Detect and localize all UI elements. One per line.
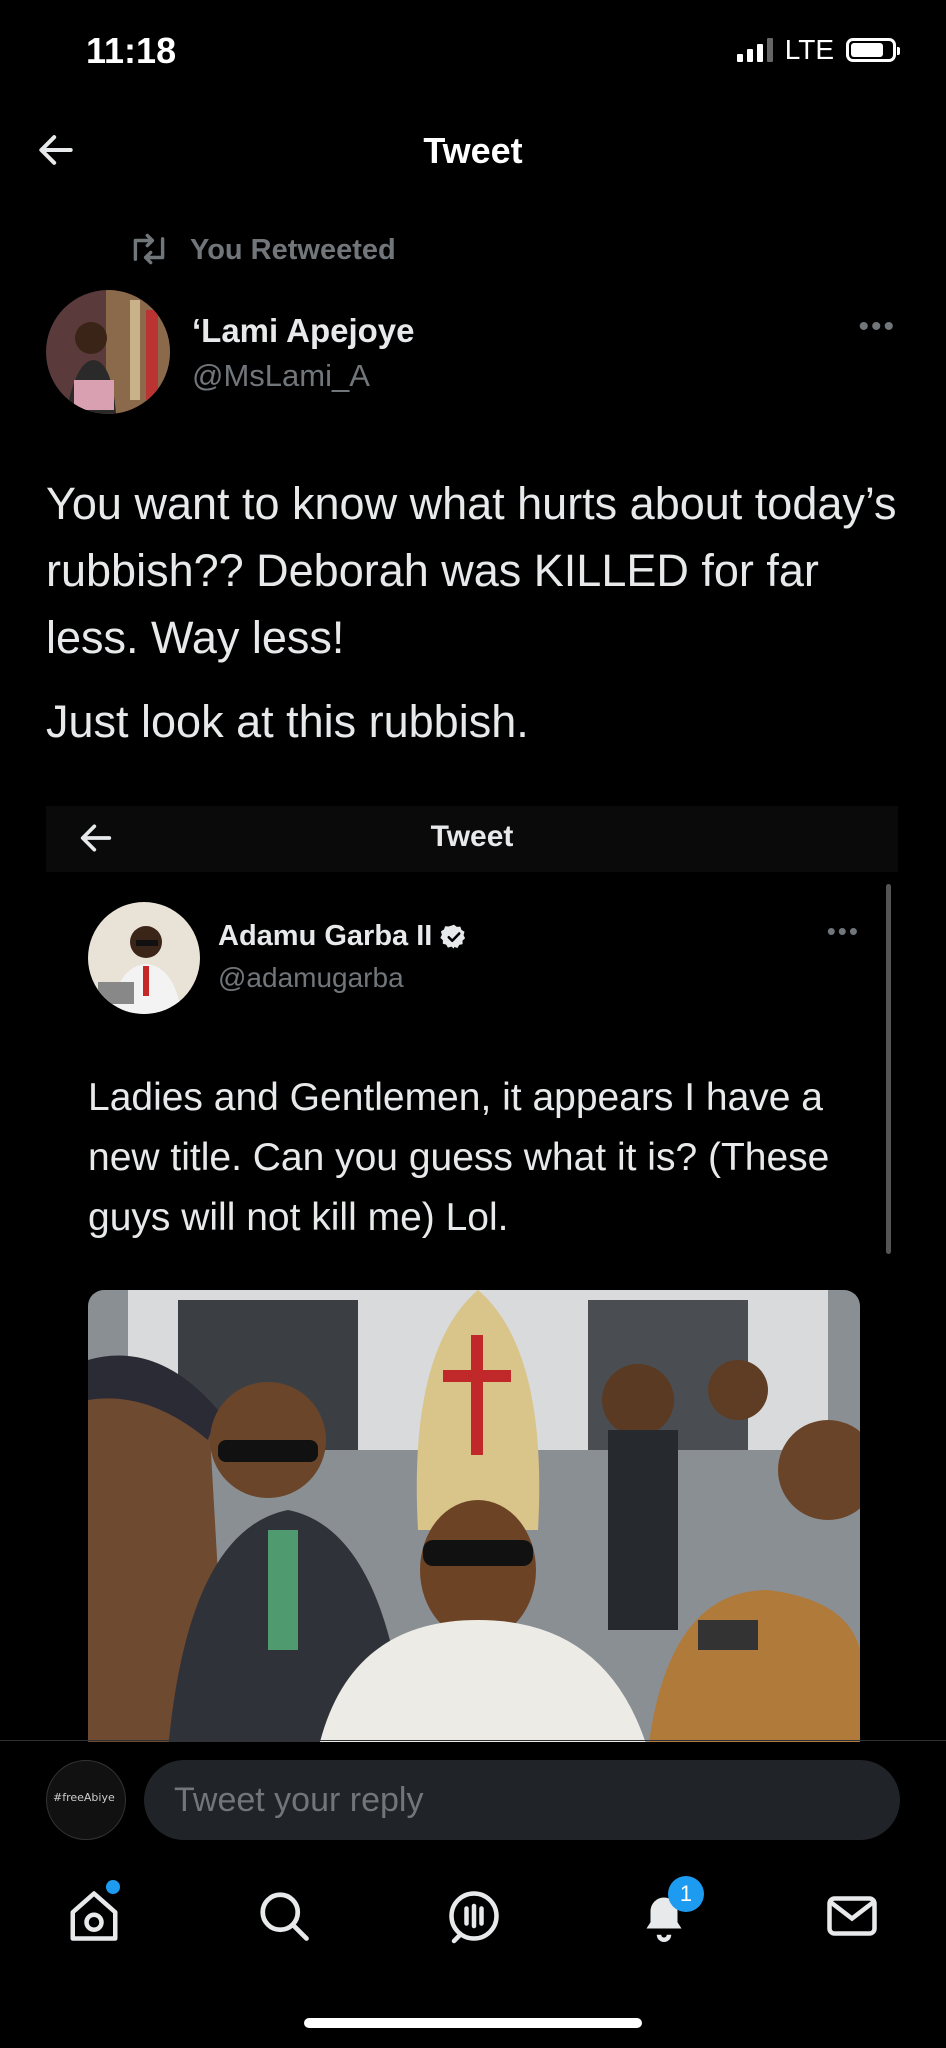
home-icon[interactable] xyxy=(64,1886,124,1946)
embedded-author-name: Adamu Garba II xyxy=(218,920,468,953)
more-options-icon[interactable]: ••• xyxy=(858,310,896,344)
user-avatar[interactable]: #freeAbiye xyxy=(46,1760,126,1840)
author-name[interactable]: ‘Lami Apejoye xyxy=(192,312,415,350)
messages-icon[interactable] xyxy=(822,1886,882,1946)
embedded-more-icon: ••• xyxy=(826,916,860,946)
embedded-avatar xyxy=(88,902,200,1014)
embedded-screenshot[interactable]: Tweet Adamu Garba II @adamugarba ••• Lad… xyxy=(46,806,898,1742)
notifications-badge: 1 xyxy=(668,1876,704,1912)
spaces-icon[interactable] xyxy=(444,1886,504,1946)
network-label: LTE xyxy=(784,34,834,65)
embedded-author-handle: @adamugarba xyxy=(218,962,404,993)
battery-icon xyxy=(846,38,900,62)
embedded-tweet-text: Ladies and Gentlemen, it appears I have … xyxy=(88,1076,830,1239)
signal-icon xyxy=(736,38,773,62)
embedded-scrollbar xyxy=(886,884,891,1254)
retweet-label: You Retweeted xyxy=(190,234,396,266)
embedded-title: Tweet xyxy=(430,820,514,853)
search-icon[interactable] xyxy=(254,1886,314,1946)
home-notification-dot xyxy=(106,1880,120,1894)
status-time: 11:18 xyxy=(86,30,177,71)
tweet-text-line: Just look at this rubbish. xyxy=(46,696,529,747)
tweet-text: You want to know what hurts about today’… xyxy=(46,478,897,663)
page-title: Tweet xyxy=(423,130,523,171)
avatar[interactable] xyxy=(46,290,170,414)
reply-input[interactable]: Tweet your reply xyxy=(144,1760,900,1840)
reply-divider xyxy=(0,1740,946,1741)
retweet-icon xyxy=(133,233,165,265)
home-indicator xyxy=(304,2018,642,2028)
status-indicators: LTE xyxy=(736,34,900,66)
verified-badge-icon xyxy=(440,924,466,949)
embedded-photo xyxy=(88,1290,860,1742)
author-handle[interactable]: @MsLami_A xyxy=(192,358,370,394)
